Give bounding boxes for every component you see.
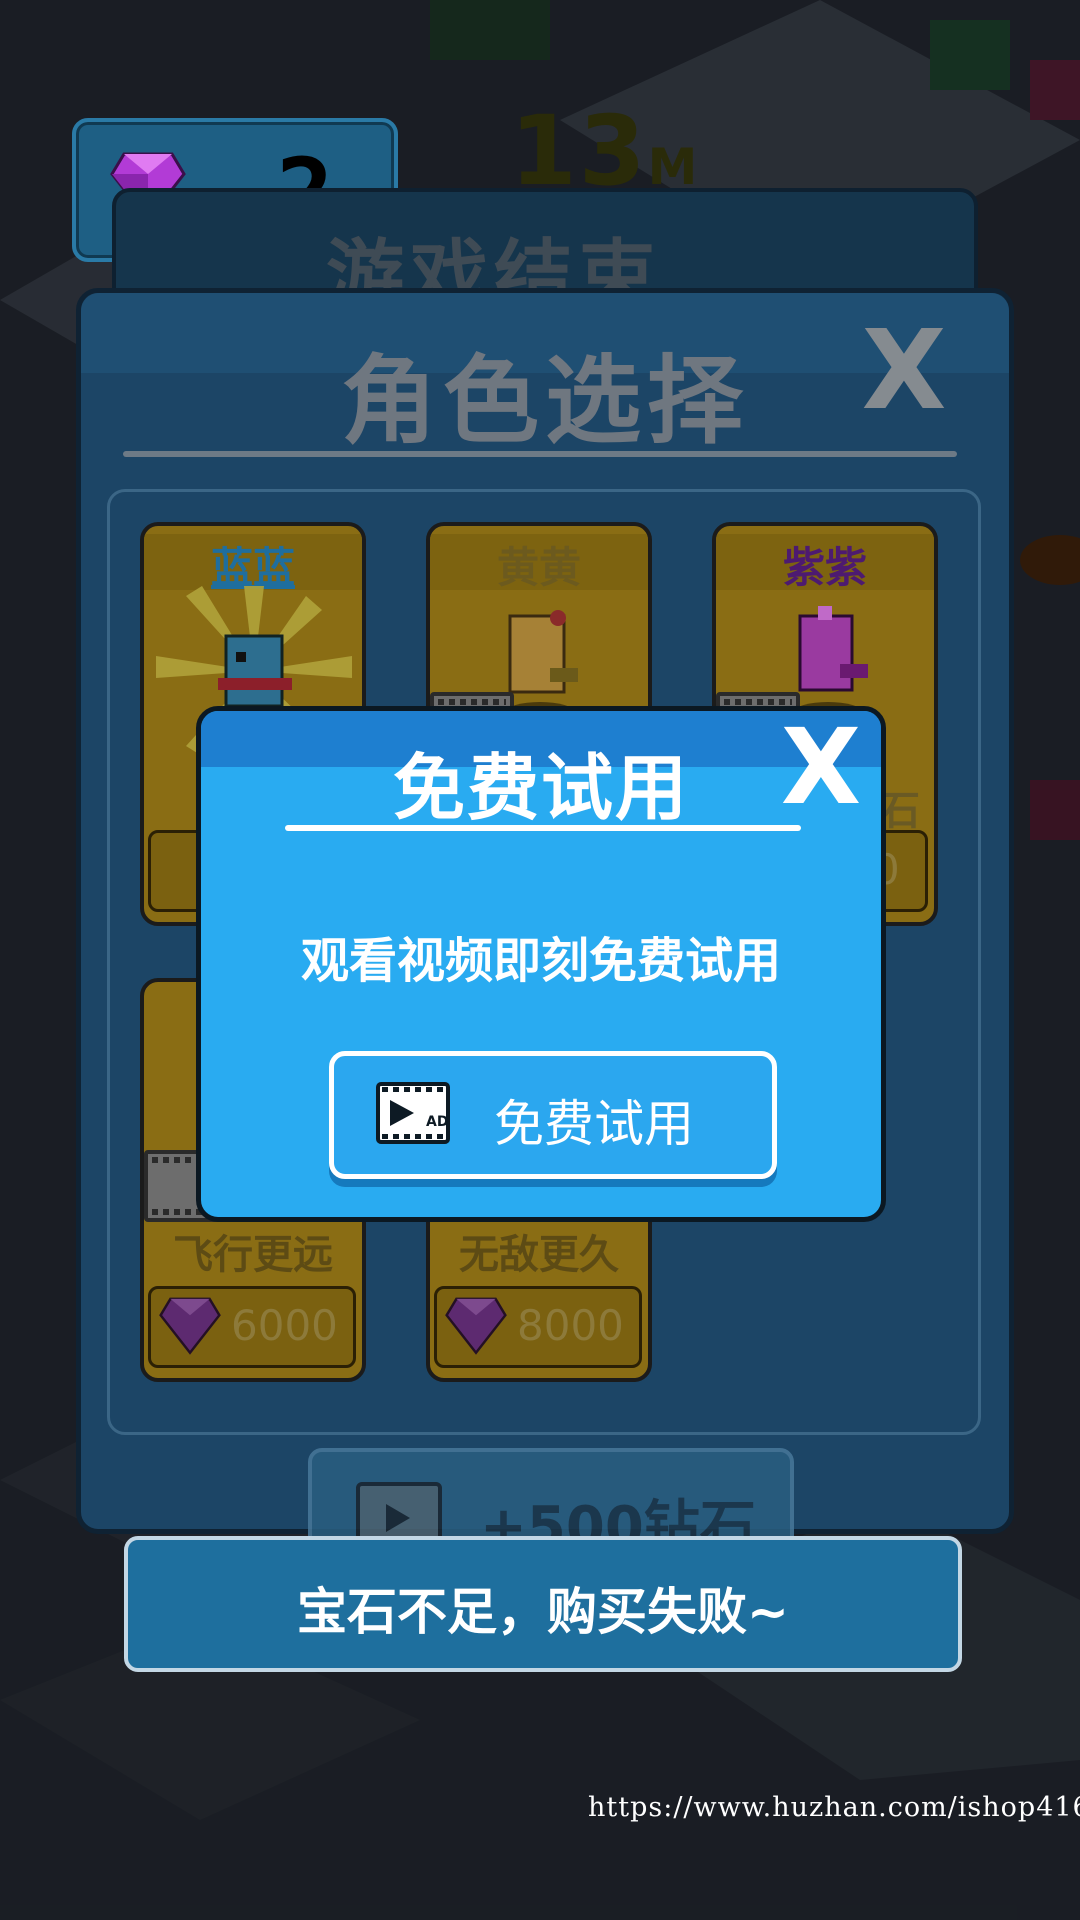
modal-close-button[interactable]: X: [775, 715, 867, 819]
free-trial-button-label: 免费试用: [494, 1095, 694, 1153]
free-trial-modal: 免费试用 X 观看视频即刻免费试用 AD 免费试用: [196, 706, 886, 1222]
price-tag[interactable]: 6000: [148, 1286, 356, 1368]
video-ad-icon: AD: [376, 1082, 450, 1144]
character-select-close-button[interactable]: X: [849, 315, 959, 425]
price-label-partial: 石: [880, 788, 920, 834]
gem-icon: [159, 1297, 221, 1355]
gem-icon: [445, 1297, 507, 1355]
toast-message: 宝石不足，购买失败~: [297, 1583, 789, 1641]
price-tag[interactable]: 8000: [434, 1286, 642, 1368]
title-divider: [123, 451, 957, 457]
watermark: https://www.huzhan.com/ishop41618: [588, 1792, 1080, 1823]
purchase-failed-toast: 宝石不足，购买失败~: [124, 1536, 962, 1672]
modal-divider: [285, 825, 801, 831]
price-value: 6000: [231, 1301, 338, 1350]
price-value: 8000: [517, 1301, 624, 1350]
character-perk: 无敌更久: [459, 1232, 619, 1278]
character-name: 蓝蓝: [144, 534, 362, 592]
ad-badge: AD: [426, 1114, 448, 1130]
character-perk: 飞行更远: [173, 1232, 333, 1278]
free-trial-button[interactable]: AD 免费试用: [329, 1051, 777, 1179]
modal-message: 观看视频即刻免费试用: [300, 933, 781, 989]
character-name: 紫紫: [716, 534, 934, 592]
character-name: 黄黄: [430, 534, 648, 592]
